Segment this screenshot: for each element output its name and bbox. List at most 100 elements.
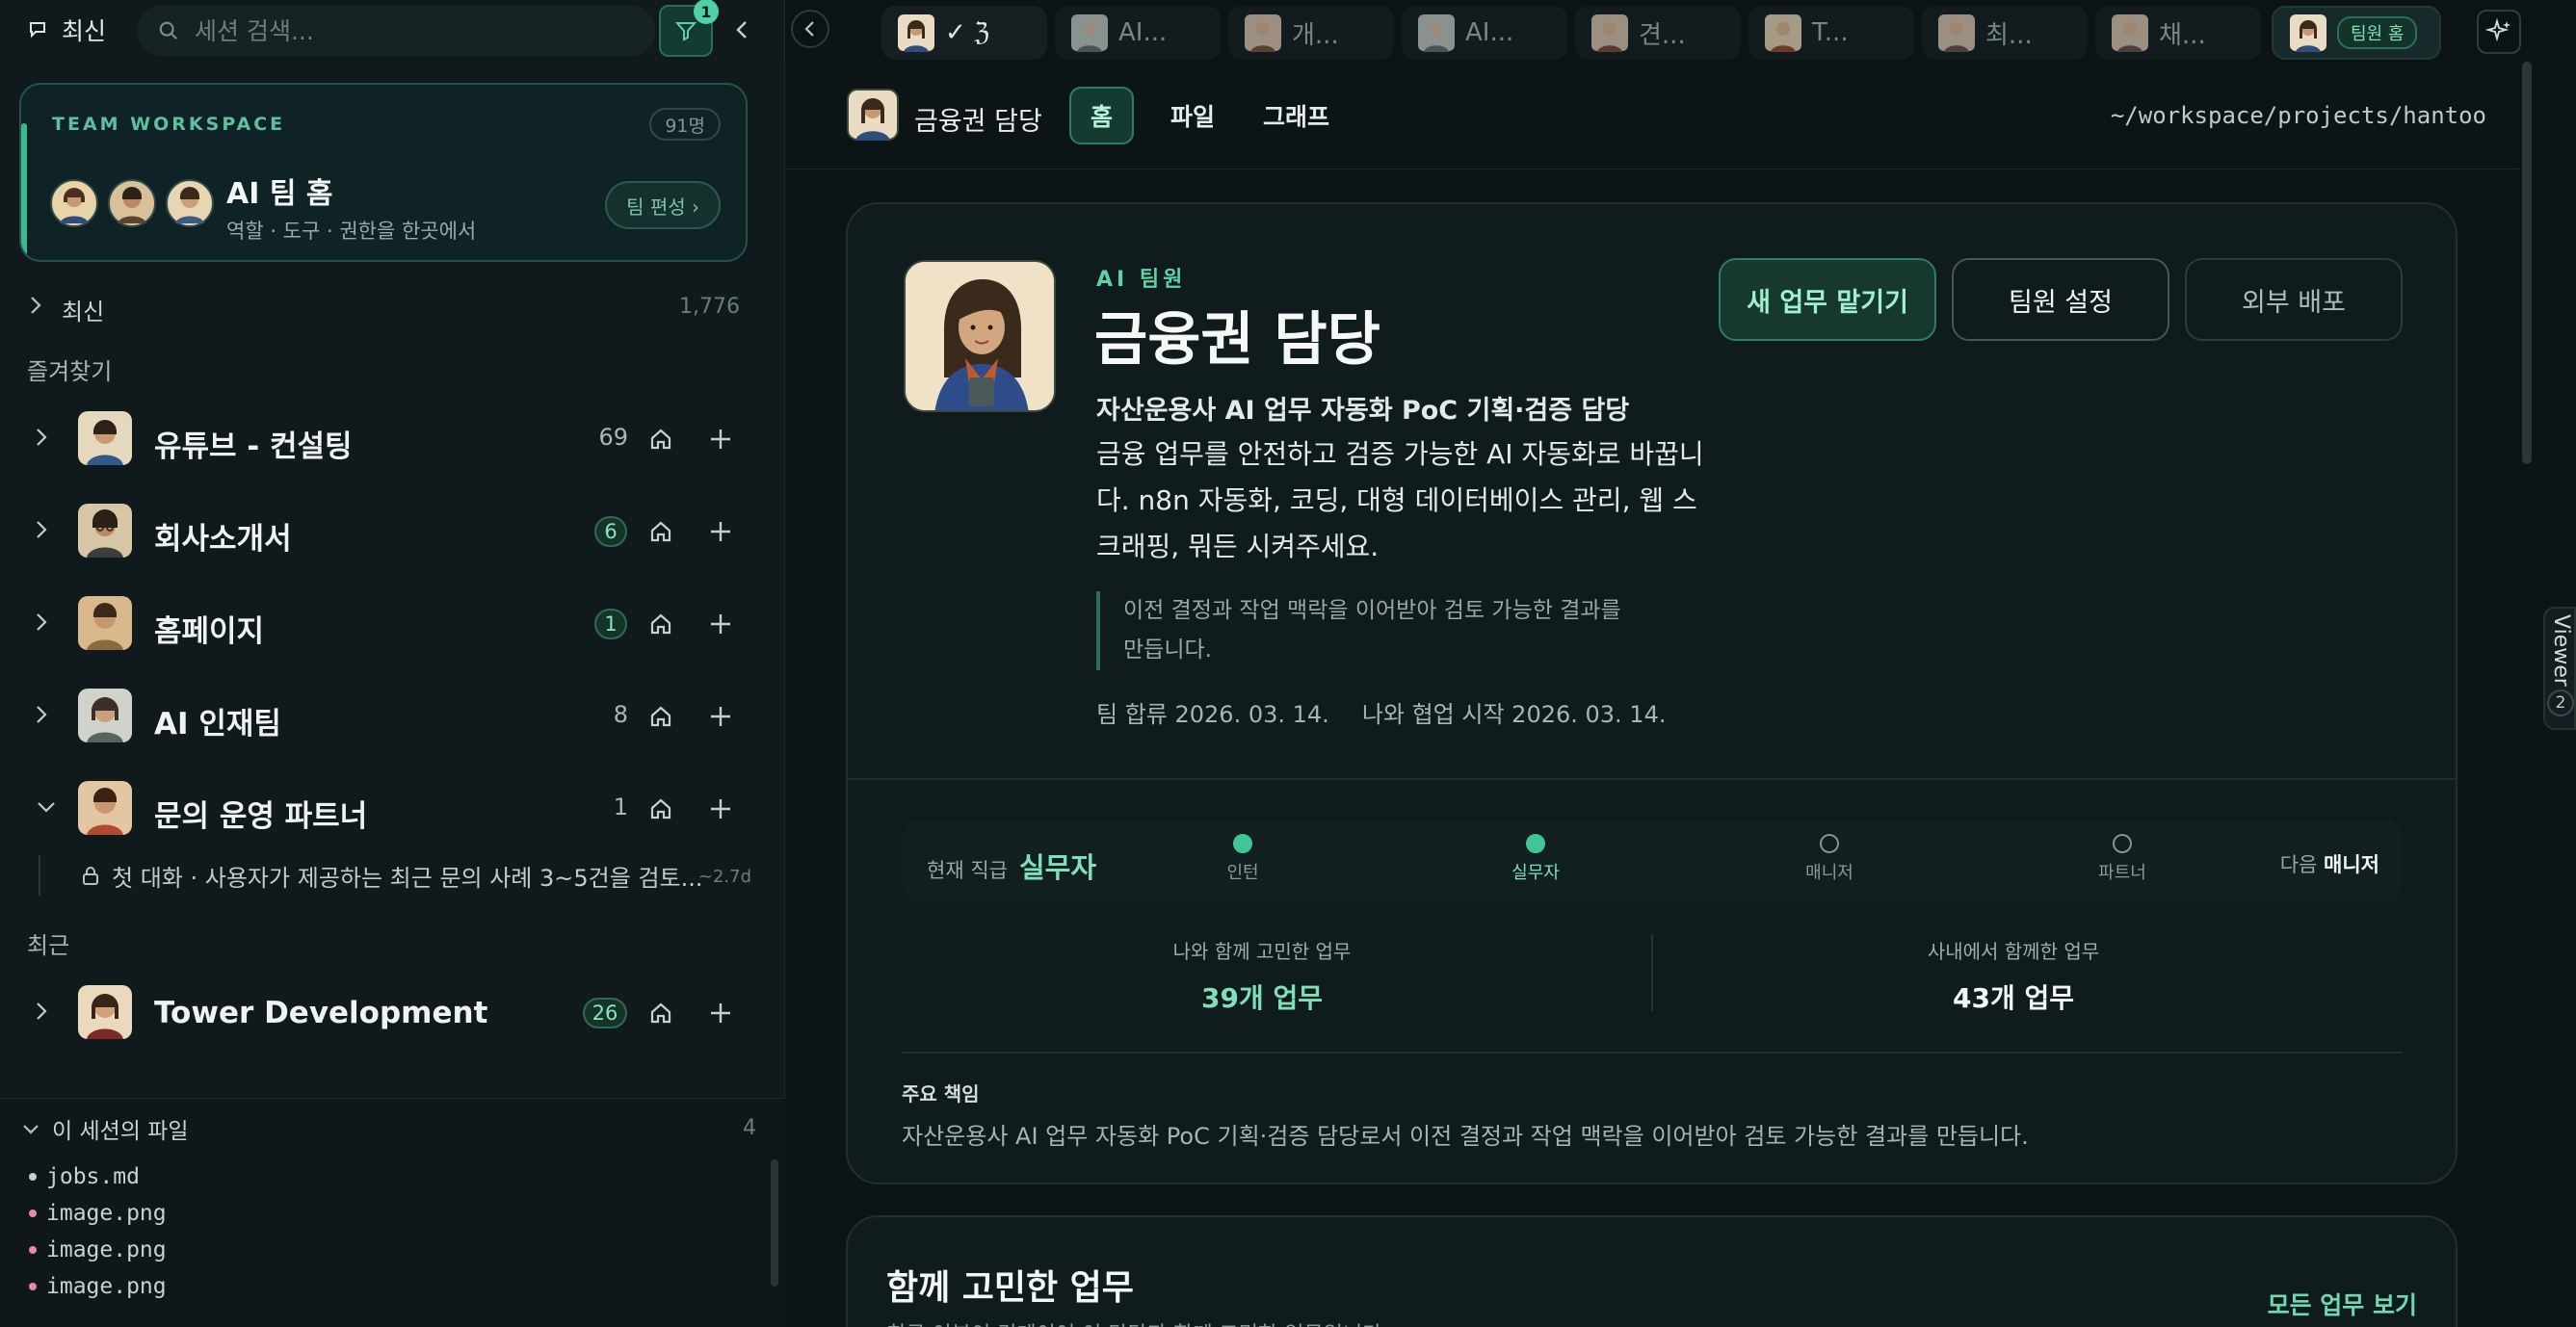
session-tab-active[interactable]: 팀원 홈 xyxy=(2272,6,2441,60)
chevron-right-icon[interactable] xyxy=(35,518,48,541)
team-workspace-card[interactable]: TEAM WORKSPACE 91명 AI 팀 홈 역할 · 도구 · 권한을 … xyxy=(19,83,748,262)
main-scrollbar[interactable] xyxy=(2522,62,2532,464)
next-level-value: 매니저 xyxy=(2324,853,2379,876)
chevron-left-icon xyxy=(804,21,814,37)
team-subtitle: 역할 · 도구 · 권한을 한곳에서 xyxy=(226,220,477,243)
avatar xyxy=(2112,14,2148,52)
favorites-heading: 즐겨찾기 xyxy=(27,358,113,385)
file-name: image.png xyxy=(46,1237,167,1262)
file-name: image.png xyxy=(46,1201,167,1226)
sidebar: 최신 1 TEAM WORKSPACE 91명 AI 팀 홈 역할 · 도구 ·… xyxy=(0,0,785,1327)
team-edit-button[interactable]: 팀 편성 › xyxy=(605,181,721,229)
session-tab[interactable]: 채... xyxy=(2095,6,2261,60)
file-item[interactable]: jobs.md xyxy=(29,1164,140,1189)
assign-task-button[interactable]: 새 업무 맡기기 xyxy=(1719,258,1936,341)
chevron-right-icon[interactable] xyxy=(35,426,48,449)
session-age: ~2.7d xyxy=(697,867,751,887)
home-icon[interactable] xyxy=(647,611,674,637)
member-settings-button[interactable]: 팀원 설정 xyxy=(1952,258,2169,341)
chevron-right-icon xyxy=(31,297,41,314)
page-title: 금융권 담당 xyxy=(914,107,1042,137)
tab-home[interactable]: 홈 xyxy=(1069,87,1135,144)
level-progress: 현재 직급 실무자 인턴 실무자 매니저 파트너 다음 매니저 xyxy=(902,820,2403,901)
session-tab[interactable]: 견... xyxy=(1575,6,1741,60)
plus-icon[interactable] xyxy=(707,1000,734,1027)
tab-bar: ✓ ℨ AI... 개... AI... 견... T... 최... 채...… xyxy=(785,0,2576,62)
chevron-down-icon xyxy=(23,1125,39,1134)
tab-label: 개... xyxy=(1292,20,1339,50)
session-search[interactable] xyxy=(137,5,655,57)
session-search-input[interactable] xyxy=(195,16,618,45)
avatar xyxy=(898,14,934,52)
sparkle-icon xyxy=(2485,18,2510,42)
favorite-item[interactable]: 유튜브 - 컨설팅 69 xyxy=(0,393,785,485)
profile-card: AI 팀원 금융권 담당 자산운용사 AI 업무 자동화 PoC 기획·검증 담… xyxy=(846,202,2458,1184)
responsibility-label: 주요 책임 xyxy=(902,1082,980,1106)
collapse-sidebar-button[interactable] xyxy=(726,13,757,46)
responsibility-text: 자산운용사 AI 업무 자동화 PoC 기획·검증 담당로서 이전 결정과 작업… xyxy=(902,1123,2029,1150)
filter-button[interactable]: 1 xyxy=(659,0,719,57)
session-tab[interactable]: 개... xyxy=(1228,6,1394,60)
sidebar-toolbar: 최신 1 xyxy=(0,0,785,60)
session-tab[interactable]: 최... xyxy=(1922,6,2088,60)
tab-files[interactable]: 파일 xyxy=(1151,87,1234,144)
current-level-value: 실무자 xyxy=(1018,851,1097,884)
sidebar-scrollbar[interactable] xyxy=(771,1159,778,1287)
chevron-left-icon xyxy=(736,21,747,39)
session-tab[interactable]: T... xyxy=(1748,6,1914,60)
external-deploy-button[interactable]: 외부 배포 xyxy=(2185,258,2403,341)
plus-icon[interactable] xyxy=(707,518,734,545)
avatar xyxy=(78,596,132,650)
plus-icon[interactable] xyxy=(707,795,734,822)
avatar xyxy=(78,411,132,465)
avatar xyxy=(166,179,214,227)
session-files-count: 4 xyxy=(743,1116,756,1140)
view-all-tasks-link[interactable]: 모든 업무 보기 xyxy=(2268,1287,2417,1321)
recent-section-label: 최신 xyxy=(62,299,105,325)
home-icon[interactable] xyxy=(647,426,674,453)
favorite-item[interactable]: AI 인재팀 8 xyxy=(0,670,785,763)
avatar xyxy=(1765,14,1801,52)
session-files-panel: 이 세션의 파일 4 jobs.md image.png image.png i… xyxy=(0,1098,785,1327)
session-files-toggle[interactable]: 이 세션의 파일 xyxy=(21,1112,189,1145)
favorite-item[interactable]: 회사소개서 6 xyxy=(0,485,785,578)
file-item[interactable]: image.png xyxy=(29,1274,167,1299)
avatar xyxy=(906,262,1054,410)
session-item[interactable]: 첫 대화 · 사용자가 제공하는 최근 문의 사례 3~5건을 검토... ~2… xyxy=(39,855,751,896)
file-item[interactable]: image.png xyxy=(29,1201,167,1226)
session-tab[interactable]: AI... xyxy=(1055,6,1221,60)
section-subtitle: 최근 이분이 경계이어 이 담당과 함께 고민한 업무입니다. xyxy=(886,1317,1388,1327)
avatar xyxy=(1938,14,1975,52)
plus-icon[interactable] xyxy=(707,426,734,453)
session-tab[interactable]: ✓ ℨ xyxy=(881,6,1047,60)
file-item[interactable]: image.png xyxy=(29,1237,167,1262)
chat-icon xyxy=(30,22,45,39)
chevron-right-icon[interactable] xyxy=(35,703,48,726)
chevron-right-icon[interactable] xyxy=(35,611,48,634)
session-tab[interactable]: AI... xyxy=(1402,6,1567,60)
viewer-panel-toggle[interactable]: Viewer 2 xyxy=(2543,607,2576,730)
plus-icon[interactable] xyxy=(707,703,734,730)
chevron-down-icon[interactable] xyxy=(35,795,58,819)
home-icon[interactable] xyxy=(647,703,674,730)
tab-label: 팀원 홈 xyxy=(2337,16,2418,49)
avatar xyxy=(78,781,132,835)
tabs-back-button[interactable] xyxy=(791,10,829,48)
tab-graph[interactable]: 그래프 xyxy=(1244,87,1349,144)
home-icon[interactable] xyxy=(647,795,674,822)
recent-item[interactable]: Tower Development 26 xyxy=(0,967,785,1059)
home-icon[interactable] xyxy=(647,518,674,545)
recent-toggle-label: 최신 xyxy=(62,17,107,45)
favorite-item[interactable]: 문의 운영 파트너 1 xyxy=(0,763,785,855)
favorite-item[interactable]: 홈페이지 1 xyxy=(0,578,785,670)
level-step-label: 매니저 xyxy=(1805,863,1853,883)
assistant-button[interactable] xyxy=(2477,10,2521,54)
chevron-right-icon[interactable] xyxy=(35,1000,48,1023)
recent-section-toggle[interactable]: 최신 1,776 xyxy=(0,285,785,327)
plus-icon[interactable] xyxy=(707,611,734,637)
level-step-dot xyxy=(1233,834,1252,853)
recent-toggle-button[interactable]: 최신 xyxy=(27,13,106,46)
home-icon[interactable] xyxy=(647,1000,674,1027)
joined-date: 팀 합류 2026. 03. 14. xyxy=(1096,701,1329,728)
avatar xyxy=(78,985,132,1039)
